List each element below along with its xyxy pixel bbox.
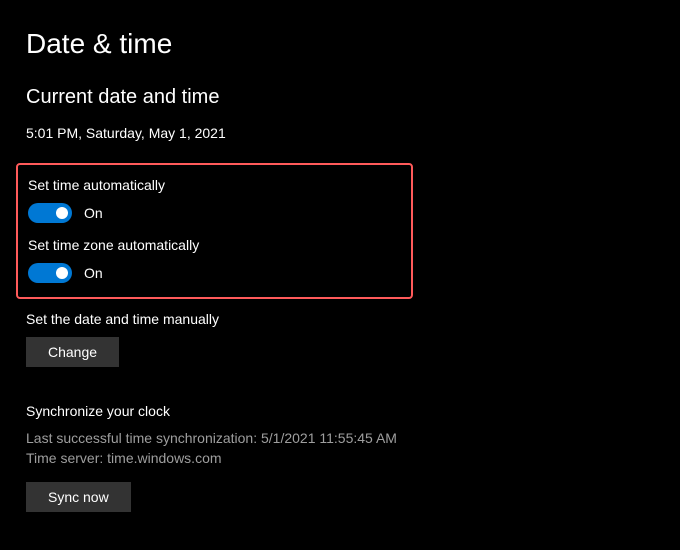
manual-datetime-label: Set the date and time manually [26,311,654,327]
sync-now-button[interactable]: Sync now [26,482,131,512]
set-time-automatically-toggle[interactable] [28,203,72,223]
last-sync-text: Last successful time synchronization: 5/… [26,429,654,449]
highlight-annotation-box: Set time automatically On Set time zone … [16,163,413,299]
set-timezone-automatically-state: On [84,265,103,281]
manual-datetime-section: Set the date and time manually Change [26,311,654,367]
set-time-automatically-label: Set time automatically [28,177,401,193]
toggle-knob-icon [56,207,68,219]
set-timezone-automatically-setting: Set time zone automatically On [28,237,401,283]
set-timezone-automatically-toggle[interactable] [28,263,72,283]
set-timezone-automatically-label: Set time zone automatically [28,237,401,253]
current-datetime-value: 5:01 PM, Saturday, May 1, 2021 [26,125,654,141]
set-time-automatically-setting: Set time automatically On [28,177,401,223]
page-title: Date & time [26,28,654,60]
sync-clock-section: Synchronize your clock Last successful t… [26,403,654,512]
sync-clock-heading: Synchronize your clock [26,403,654,419]
time-server-text: Time server: time.windows.com [26,449,654,469]
toggle-knob-icon [56,267,68,279]
sync-info-text: Last successful time synchronization: 5/… [26,429,654,468]
current-datetime-heading: Current date and time [26,86,654,109]
set-time-automatically-state: On [84,205,103,221]
change-button[interactable]: Change [26,337,119,367]
